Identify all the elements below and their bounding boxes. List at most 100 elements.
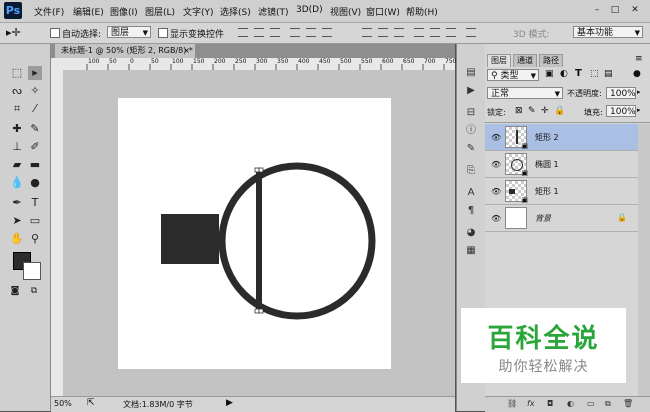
menu-help[interactable]: 帮助(H) bbox=[406, 5, 438, 18]
lasso-tool-icon[interactable]: ᔓ bbox=[10, 84, 24, 98]
filter-pixel-icon[interactable]: ▣ bbox=[545, 69, 554, 79]
marquee-tool-icon[interactable]: ⬚ bbox=[10, 66, 24, 80]
filter-smart-object-icon[interactable]: ▤ bbox=[604, 69, 613, 79]
character-panel-icon[interactable]: A bbox=[464, 186, 478, 200]
align-hcenter-icon[interactable] bbox=[306, 28, 316, 37]
rectangle-2-selection-handle[interactable] bbox=[258, 308, 264, 314]
background-color-swatch[interactable] bbox=[23, 262, 41, 280]
align-vcenter-icon[interactable] bbox=[254, 28, 264, 37]
filter-adjustment-icon[interactable]: ◐ bbox=[560, 69, 568, 79]
align-right-icon[interactable] bbox=[322, 28, 332, 37]
distribute-top-icon[interactable] bbox=[362, 28, 372, 37]
menu-3d[interactable]: 3D(D) bbox=[296, 5, 323, 15]
close-tab-icon[interactable]: × bbox=[183, 44, 190, 58]
auto-select-checkbox[interactable] bbox=[50, 28, 60, 38]
type-tool-icon[interactable]: T bbox=[28, 196, 42, 210]
fill-field[interactable]: 100% bbox=[606, 105, 636, 117]
trash-icon[interactable]: 🗑 bbox=[623, 399, 633, 408]
filter-type-icon[interactable]: T bbox=[575, 68, 582, 79]
actions-panel-icon[interactable]: ▶ bbox=[464, 84, 478, 98]
healing-brush-tool-icon[interactable]: ✚ bbox=[10, 122, 24, 136]
properties-panel-icon[interactable]: ⊟ bbox=[464, 106, 478, 120]
clone-stamp-tool-icon[interactable]: ⊥ bbox=[10, 140, 24, 154]
eye-icon[interactable]: 👁 bbox=[491, 160, 501, 169]
layer-row-rectangle-2[interactable]: 👁 ▣ 矩形 2 bbox=[485, 124, 638, 151]
align-left-icon[interactable] bbox=[290, 28, 300, 37]
menu-type[interactable]: 文字(Y) bbox=[183, 5, 214, 18]
maximize-button[interactable]: □ bbox=[608, 4, 622, 16]
rectangle-2-selection-handle[interactable] bbox=[254, 308, 260, 314]
group-icon[interactable]: ▭ bbox=[587, 399, 595, 408]
menu-layer[interactable]: 图层(L) bbox=[145, 5, 175, 18]
zoom-tool-icon[interactable]: ⚲ bbox=[28, 232, 42, 246]
filter-shape-icon[interactable]: ⬚ bbox=[590, 69, 599, 79]
status-share-icon[interactable]: ⇱ bbox=[87, 398, 95, 408]
menu-window[interactable]: 窗口(W) bbox=[366, 5, 400, 18]
distribute-right-icon[interactable] bbox=[446, 28, 456, 37]
blur-tool-icon[interactable]: 💧 bbox=[10, 176, 24, 190]
filter-toggle-icon[interactable]: ● bbox=[633, 69, 641, 79]
screen-mode-icon[interactable]: ⧉ bbox=[28, 284, 40, 296]
opacity-slider-icon[interactable]: ▸ bbox=[637, 88, 641, 96]
eye-icon[interactable]: 👁 bbox=[491, 187, 501, 196]
tab-layers[interactable]: 图层 bbox=[487, 54, 511, 67]
distribute-left-icon[interactable] bbox=[414, 28, 424, 37]
styles-panel-icon[interactable]: ▦ bbox=[464, 244, 478, 258]
dodge-tool-icon[interactable]: ● bbox=[28, 176, 42, 190]
swatches-panel-icon[interactable]: ◕ bbox=[464, 226, 478, 240]
layer-row-rectangle-1[interactable]: 👁 ▣ 矩形 1 bbox=[485, 178, 638, 205]
link-icon[interactable]: ⛓ bbox=[507, 399, 517, 408]
pen-tool-icon[interactable]: ✒ bbox=[10, 196, 24, 210]
menu-file[interactable]: 文件(F) bbox=[34, 5, 64, 18]
eraser-tool-icon[interactable]: ▰ bbox=[10, 158, 24, 172]
status-menu-arrow-icon[interactable]: ▶ bbox=[226, 398, 233, 408]
clone-source-icon[interactable]: ⎘ bbox=[464, 164, 478, 178]
lock-image-icon[interactable]: ✎ bbox=[528, 106, 536, 116]
mask-icon[interactable]: ◘ bbox=[547, 399, 553, 408]
minimize-button[interactable]: – bbox=[590, 4, 604, 16]
tab-paths[interactable]: 路径 bbox=[539, 54, 563, 67]
menu-edit[interactable]: 编辑(E) bbox=[73, 5, 104, 18]
align-top-icon[interactable] bbox=[238, 28, 248, 37]
rectangle-2-selection-handle[interactable] bbox=[258, 167, 264, 173]
shape-artwork[interactable] bbox=[118, 98, 391, 369]
fill-slider-icon[interactable]: ▸ bbox=[637, 106, 641, 114]
brush-panel-icon[interactable]: ✎ bbox=[464, 142, 478, 156]
crop-tool-icon[interactable]: ⌗ bbox=[10, 102, 24, 116]
brush-tool-icon[interactable]: ✎ bbox=[28, 122, 42, 136]
distribute-vcenter-icon[interactable] bbox=[378, 28, 388, 37]
move-tool-preset-icon[interactable]: ▸✛ bbox=[6, 26, 21, 39]
show-transform-checkbox[interactable] bbox=[158, 28, 168, 38]
history-panel-icon[interactable]: ▤ bbox=[464, 66, 478, 80]
layer-row-background[interactable]: 👁 背景 🔒 bbox=[485, 205, 638, 232]
menu-view[interactable]: 视图(V) bbox=[330, 5, 361, 18]
layer-filter-dropdown[interactable]: ⚲ 类型 ▼ bbox=[487, 69, 539, 81]
paragraph-panel-icon[interactable]: ¶ bbox=[464, 204, 478, 218]
close-window-button[interactable]: ✕ bbox=[628, 4, 642, 16]
eye-icon[interactable]: 👁 bbox=[491, 214, 501, 223]
align-bottom-icon[interactable] bbox=[270, 28, 280, 37]
opacity-field[interactable]: 100% bbox=[606, 87, 636, 99]
distribute-bottom-icon[interactable] bbox=[394, 28, 404, 37]
menu-select[interactable]: 选择(S) bbox=[220, 5, 251, 18]
info-panel-icon[interactable]: ⓘ bbox=[464, 124, 478, 138]
new-layer-icon[interactable]: ⧉ bbox=[605, 399, 611, 409]
rectangle-tool-icon[interactable]: ▭ bbox=[28, 214, 42, 228]
eyedropper-tool-icon[interactable]: ⁄ bbox=[28, 102, 42, 116]
tab-channels[interactable]: 通道 bbox=[513, 54, 537, 67]
ellipse-1-shape[interactable] bbox=[218, 162, 376, 320]
rectangle-2-shape[interactable] bbox=[256, 170, 262, 311]
layer-row-ellipse-1[interactable]: 👁 ▣ 椭圆 1 bbox=[485, 151, 638, 178]
lock-transparent-icon[interactable]: ⊠ bbox=[515, 106, 523, 116]
auto-select-dropdown[interactable]: 图层 ▼ bbox=[107, 26, 151, 38]
menu-image[interactable]: 图像(I) bbox=[110, 5, 138, 18]
gradient-tool-icon[interactable]: ▬ bbox=[28, 158, 42, 172]
path-selection-tool-icon[interactable]: ➤ bbox=[10, 214, 24, 228]
hand-tool-icon[interactable]: ✋ bbox=[10, 232, 24, 246]
history-brush-tool-icon[interactable]: ✐ bbox=[28, 140, 42, 154]
move-tool-icon[interactable]: ▸ bbox=[28, 66, 42, 80]
adjustment-icon[interactable]: ◐ bbox=[567, 399, 574, 408]
auto-align-icon[interactable] bbox=[466, 28, 476, 37]
quick-mask-icon[interactable]: ◙ bbox=[9, 284, 21, 296]
rectangle-1-shape[interactable] bbox=[161, 214, 219, 264]
